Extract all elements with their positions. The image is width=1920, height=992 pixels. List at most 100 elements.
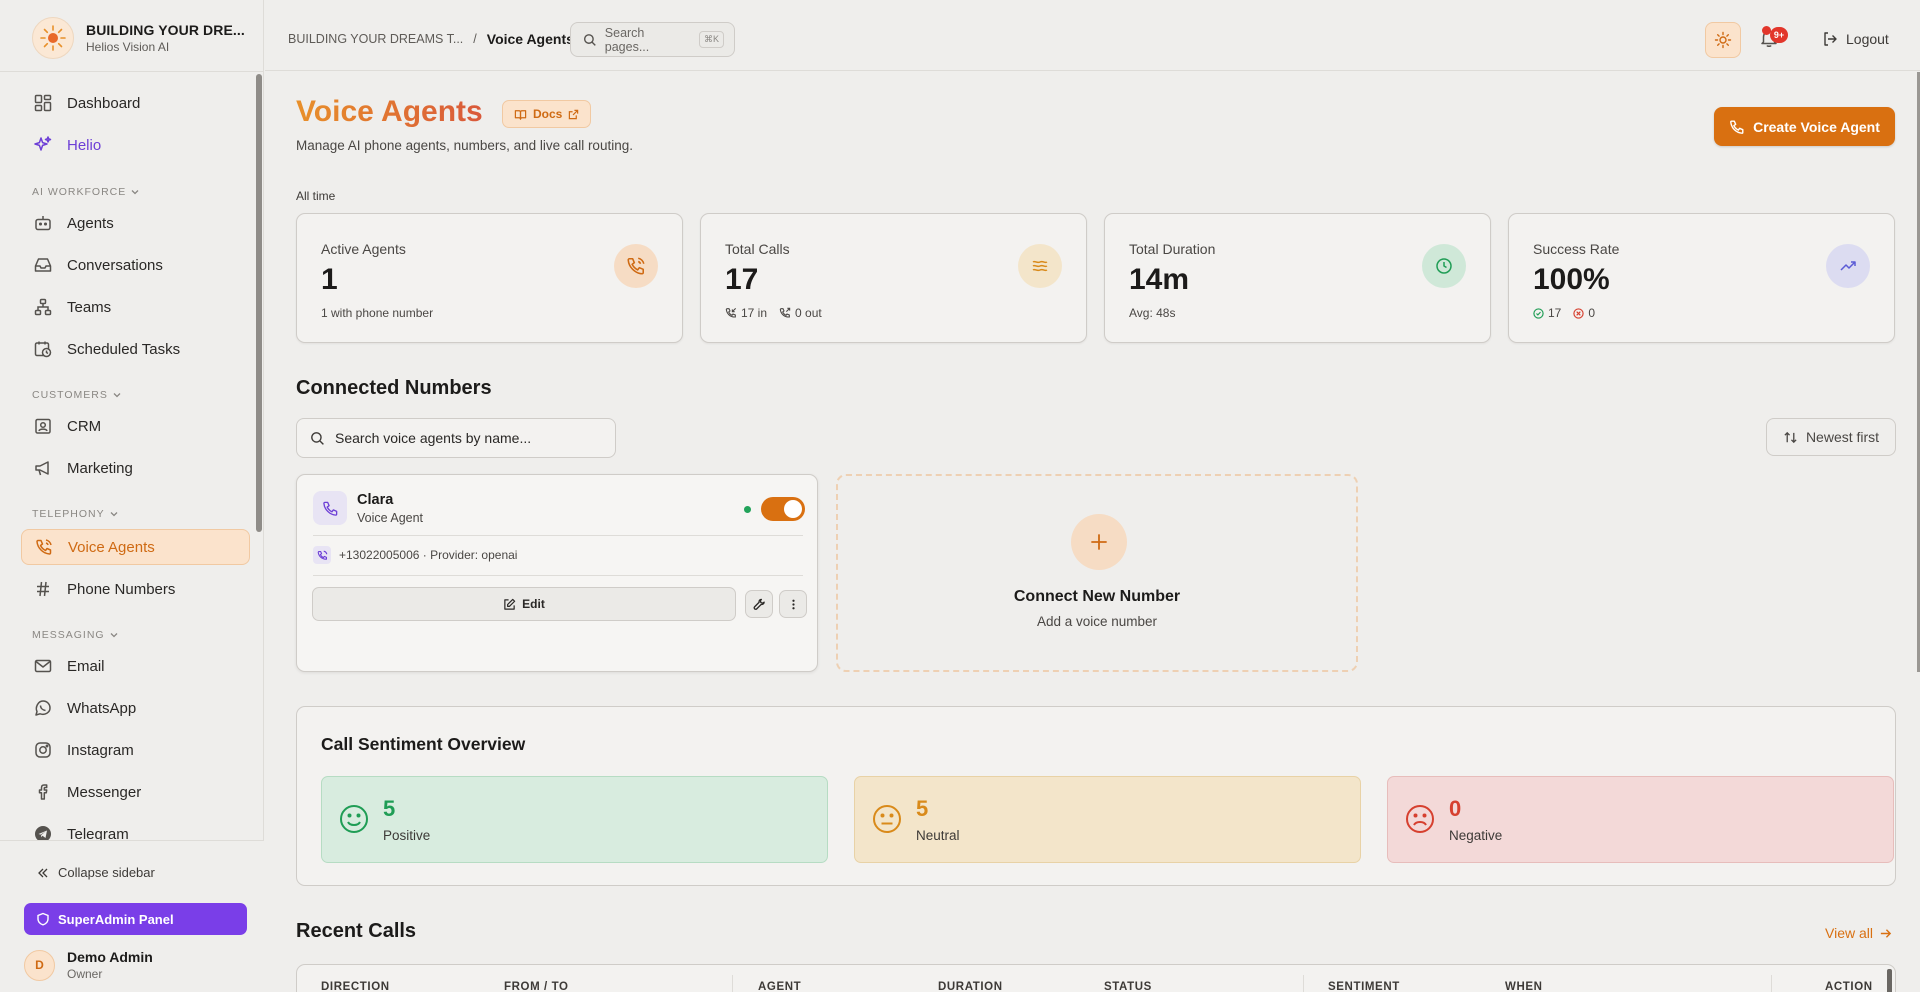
search-icon [583,33,596,46]
sidebar-item-label: Conversations [67,256,163,274]
create-voice-agent-button[interactable]: Create Voice Agent [1714,107,1895,146]
configure-button[interactable] [745,590,773,618]
chevron-down-icon [113,393,121,398]
check-circle-icon [1533,307,1544,319]
superadmin-panel-button[interactable]: SuperAdmin Panel [24,903,247,935]
search-agents-placeholder: Search voice agents by name... [335,430,532,446]
toggle-knob [784,500,802,518]
sidebar-item-scheduled-tasks[interactable]: Scheduled Tasks [21,331,250,367]
column-header[interactable]: SENTIMENT [1328,981,1400,992]
page-subtitle: Manage AI phone agents, numbers, and liv… [296,138,633,153]
sidebar-item-label: Helio [67,136,102,154]
column-header[interactable]: FROM / TO [504,981,569,992]
more-options-button[interactable] [779,590,807,618]
telegram-icon [33,824,53,841]
column-header[interactable]: DURATION [938,981,1003,992]
sentiment-title: Call Sentiment Overview [321,734,526,754]
user-profile[interactable]: D Demo Admin Owner [24,949,153,981]
search-placeholder: Search pages... [604,25,650,54]
sidebar-item-label: Teams [67,298,112,316]
x-circle-icon [1573,307,1585,319]
inbox-icon [33,255,53,275]
superadmin-label: SuperAdmin Panel [58,911,174,927]
sidebar-item-teams[interactable]: Teams [21,289,250,325]
view-all-label: View all [1825,925,1873,941]
brand[interactable]: BUILDING YOUR DRE... Helios Vision AI [32,17,245,59]
breadcrumb-root[interactable]: BUILDING YOUR DREAMS T... [288,32,463,46]
breadcrumb-separator: / [473,32,477,46]
online-status-dot [744,506,751,513]
smile-icon [340,805,368,833]
sidebar-item-label: WhatsApp [67,699,137,717]
sort-button[interactable]: Newest first [1766,418,1896,456]
stat-value: 17 [725,263,759,296]
sidebar-item-label: Telegram [67,825,129,842]
sidebar-item-helio[interactable]: Helio [21,127,250,163]
network-icon [33,297,53,317]
sidebar-item-telegram[interactable]: Telegram [21,816,250,841]
phone-icon [313,491,347,525]
external-link-icon [569,109,579,119]
top-header: BUILDING YOUR DREAMS T... / Voice Agents… [265,0,1920,71]
sidebar-footer: Collapse sidebar SuperAdmin Panel D Demo… [0,840,264,992]
column-header[interactable]: DIRECTION [321,981,390,992]
connect-new-number-card[interactable]: Connect New Number Add a voice number [836,474,1358,672]
stat-card-total-duration: Total Duration 14m Avg: 48s [1104,213,1491,343]
section-messaging[interactable]: MESSAGING [32,629,119,641]
sidebar-item-messenger[interactable]: Messenger [21,774,250,810]
column-header[interactable]: STATUS [1104,981,1152,992]
table-scrollbar[interactable] [1887,969,1892,992]
section-customers[interactable]: CUSTOMERS [32,389,122,401]
instagram-icon [33,740,53,760]
sidebar-item-label: Dashboard [67,94,141,112]
sidebar-item-phone-numbers[interactable]: Phone Numbers [21,571,250,607]
stat-foot: 1 with phone number [321,306,434,320]
edit-agent-button[interactable]: Edit [312,587,736,621]
sidebar-scrollbar[interactable] [256,74,262,532]
calendar-clock-icon [33,339,53,359]
sidebar-item-marketing[interactable]: Marketing [21,450,250,486]
wrench-icon [753,598,765,610]
breadcrumb: BUILDING YOUR DREAMS T... / Voice Agents [288,31,574,47]
search-agents-input[interactable]: Search voice agents by name... [296,418,616,458]
clock-icon [1422,244,1466,288]
sidebar-item-voice-agents[interactable]: Voice Agents [21,529,250,565]
sort-arrows-icon [1784,431,1797,443]
sidebar-item-label: Voice Agents [68,538,155,556]
sentiment-value: 5 [383,796,396,821]
view-all-link[interactable]: View all [1825,925,1892,941]
docs-link[interactable]: Docs [502,100,592,128]
search-pages-input[interactable]: Search pages... ⌘K [570,22,735,57]
section-ai-workforce[interactable]: AI WORKFORCE [32,186,140,198]
sidebar-item-email[interactable]: Email [21,648,250,684]
sidebar-item-crm[interactable]: CRM [21,408,250,444]
column-header[interactable]: WHEN [1505,981,1543,992]
stat-value: 100% [1533,263,1610,296]
voice-agent-card[interactable]: Clara Voice Agent +13022005006 · Provide… [296,474,818,672]
column-header[interactable]: ACTION [1825,981,1873,992]
column-header[interactable]: AGENT [758,981,801,992]
sidebar-item-label: Email [67,657,105,675]
hash-icon [33,579,53,599]
edit-label: Edit [522,597,545,611]
connect-title: Connect New Number [1013,588,1181,605]
section-telephony[interactable]: TELEPHONY [32,508,119,520]
stat-label: Total Duration [1129,241,1216,257]
sidebar-item-label: Agents [67,214,114,232]
sidebar: BUILDING YOUR DRE... Helios Vision AI Da… [0,0,264,992]
sidebar-item-agents[interactable]: Agents [21,205,250,241]
sidebar-item-instagram[interactable]: Instagram [21,732,250,768]
period-label: All time [296,189,336,203]
collapse-sidebar-button[interactable]: Collapse sidebar [36,865,155,880]
sidebar-item-conversations[interactable]: Conversations [21,247,250,283]
sidebar-item-whatsapp[interactable]: WhatsApp [21,690,250,726]
agent-enabled-toggle[interactable] [761,497,805,521]
sidebar-nav: Dashboard Helio AI WORKFORCE Agents Conv… [0,71,264,841]
meh-icon [873,805,901,833]
logout-button[interactable]: Logout [1822,31,1889,47]
sidebar-item-dashboard[interactable]: Dashboard [21,85,250,121]
sort-label: Newest first [1805,429,1880,445]
collapse-sidebar-label: Collapse sidebar [58,865,155,880]
sun-logo-icon [40,25,66,51]
theme-toggle-button[interactable] [1705,22,1741,58]
